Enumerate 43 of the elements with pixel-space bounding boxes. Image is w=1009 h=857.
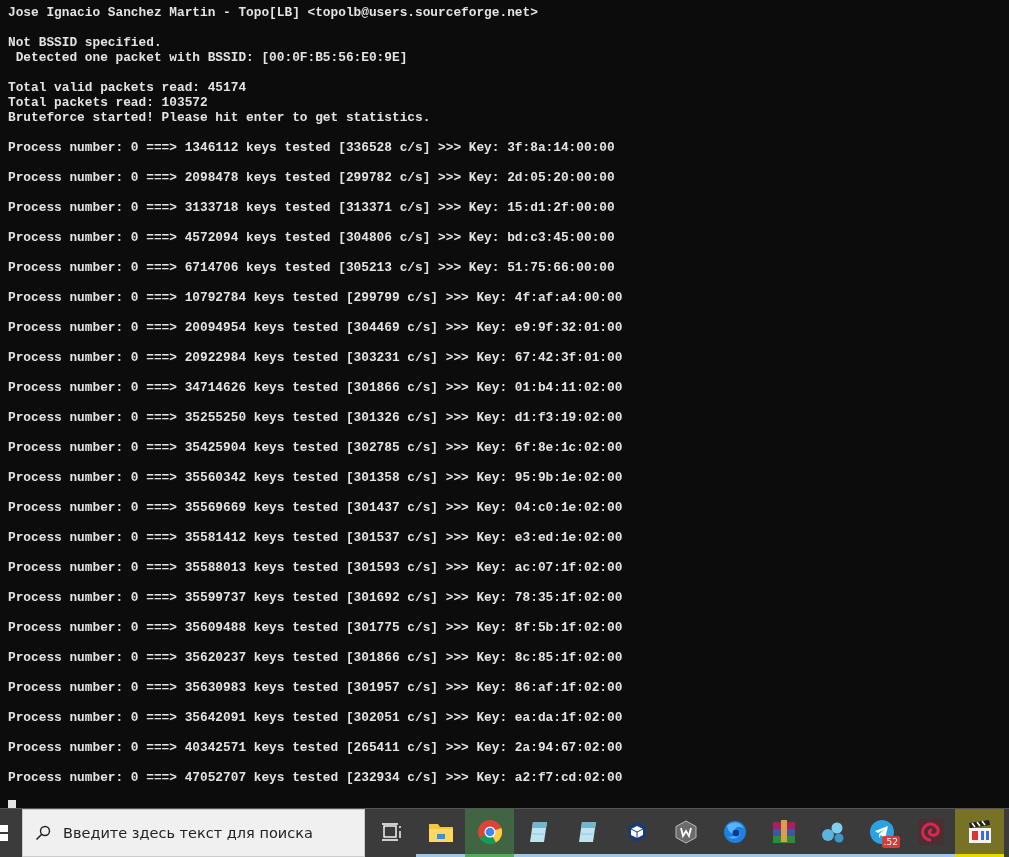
terminal-line: Process number: 0 ===> 35642091 keys tested [302051 c/s] >>> Key: ea:da:1f:02:00: [8, 710, 623, 725]
terminal-line: Process number: 0 ===> 35620237 keys tested [301866 c/s] >>> Key: 8c:85:1f:02:00: [8, 650, 623, 665]
swirl-icon: [917, 818, 944, 845]
paper-plane-taskbar-button[interactable]: .52: [857, 809, 906, 857]
terminal-line: Process number: 0 ===> 35425904 keys tested [302785 c/s] >>> Key: 6f:8e:1c:02:00: [8, 440, 623, 455]
terminal-line: Process number: 0 ===> 3133718 keys tested [313371 c/s] >>> Key: 15:d1:2f:00:00: [8, 200, 615, 215]
terminal-line: Process number: 0 ===> 35630983 keys tested [301957 c/s] >>> Key: 86:af:1f:02:00: [8, 680, 623, 695]
terminal-line: Process number: 0 ===> 20094954 keys tested [304469 c/s] >>> Key: e9:9f:32:01:00: [8, 320, 623, 335]
terminal-line: Process number: 0 ===> 10792784 keys tested [299799 c/s] >>> Key: 4f:af:a4:00:00: [8, 290, 623, 305]
books-stack-icon: [771, 818, 796, 845]
clapperboard-taskbar-button[interactable]: [955, 809, 1004, 857]
search-icon: [35, 825, 51, 841]
terminal-line: Process number: 0 ===> 4572094 keys tested [304806 c/s] >>> Key: bd:c3:45:00:00: [8, 230, 615, 245]
search-field[interactable]: Введите здесь текст для поиска: [22, 809, 365, 857]
terminal-line: Total valid packets read: 45174: [8, 80, 247, 95]
round-logo-taskbar-button[interactable]: [465, 809, 514, 857]
terminal-line: Process number: 0 ===> 20922984 keys tested [303231 c/s] >>> Key: 67:42:3f:01:00: [8, 350, 623, 365]
terminal-line: Not BSSID specified.: [8, 35, 162, 50]
terminal-line: Process number: 0 ===> 35255250 keys tested [301326 c/s] >>> Key: d1:f3:19:02:00: [8, 410, 623, 425]
windows-logo-icon[interactable]: [0, 824, 10, 842]
terminal-line: Bruteforce started! Please hit enter to get statistics.: [8, 110, 431, 125]
notification-badge: .52: [881, 836, 900, 848]
globe-icon: [721, 818, 748, 845]
terminal-line: Process number: 0 ===> 35560342 keys tested [301358 c/s] >>> Key: 95:9b:1e:02:00: [8, 470, 623, 485]
terminal-line: Process number: 0 ===> 2098478 keys tested [299782 c/s] >>> Key: 2d:05:20:00:00: [8, 170, 615, 185]
hexagon-icon: [673, 819, 698, 844]
search-placeholder: Введите здесь текст для поиска: [63, 825, 313, 841]
terminal-line: Process number: 0 ===> 1346112 keys tested [336528 c/s] >>> Key: 3f:8a:14:00:00: [8, 140, 615, 155]
taskview-icon: [380, 820, 403, 843]
terminal-line: Process number: 0 ===> 6714706 keys tested [305213 c/s] >>> Key: 51:75:66:00:00: [8, 260, 615, 275]
terminal-line: Process number: 0 ===> 35599737 keys tested [301692 c/s] >>> Key: 78:35:1f:02:00: [8, 590, 623, 605]
terminal-line: Process number: 0 ===> 35569669 keys tested [301437 c/s] >>> Key: 04:c0:1e:02:00: [8, 500, 623, 515]
terminal-line: Process number: 0 ===> 35609488 keys tested [301775 c/s] >>> Key: 8f:5b:1f:02:00: [8, 620, 623, 635]
terminal-line: Jose Ignacio Sanchez Martin - Topo[LB] <topolb@users.sourceforge.net>: [8, 5, 538, 20]
terminal-line: Process number: 0 ===> 35581412 keys tested [301537 c/s] >>> Key: e3:ed:1e:02:00: [8, 530, 623, 545]
terminal-line: Process number: 0 ===> 40342571 keys tested [265411 c/s] >>> Key: 2a:94:67:02:00: [8, 740, 623, 755]
terminal-line: Total packets read: 103572: [8, 95, 208, 110]
terminal-line: Detected one packet with BSSID: [00:0F:B5:56:E0:9E]: [14, 50, 408, 65]
round-logo-icon: [476, 818, 503, 845]
terminal-line: Process number: 0 ===> 47052707 keys tested [232934 c/s] >>> Key: a2:f7:cd:02:00: [8, 770, 623, 785]
terminal-line: Process number: 0 ===> 35588013 keys tested [301593 c/s] >>> Key: ac:07:1f:02:00: [8, 560, 623, 575]
clapperboard-icon: [966, 818, 993, 845]
terminal-line: Process number: 0 ===> 34714626 keys tested [301866 c/s] >>> Key: 01:b4:11:02:00: [8, 380, 623, 395]
